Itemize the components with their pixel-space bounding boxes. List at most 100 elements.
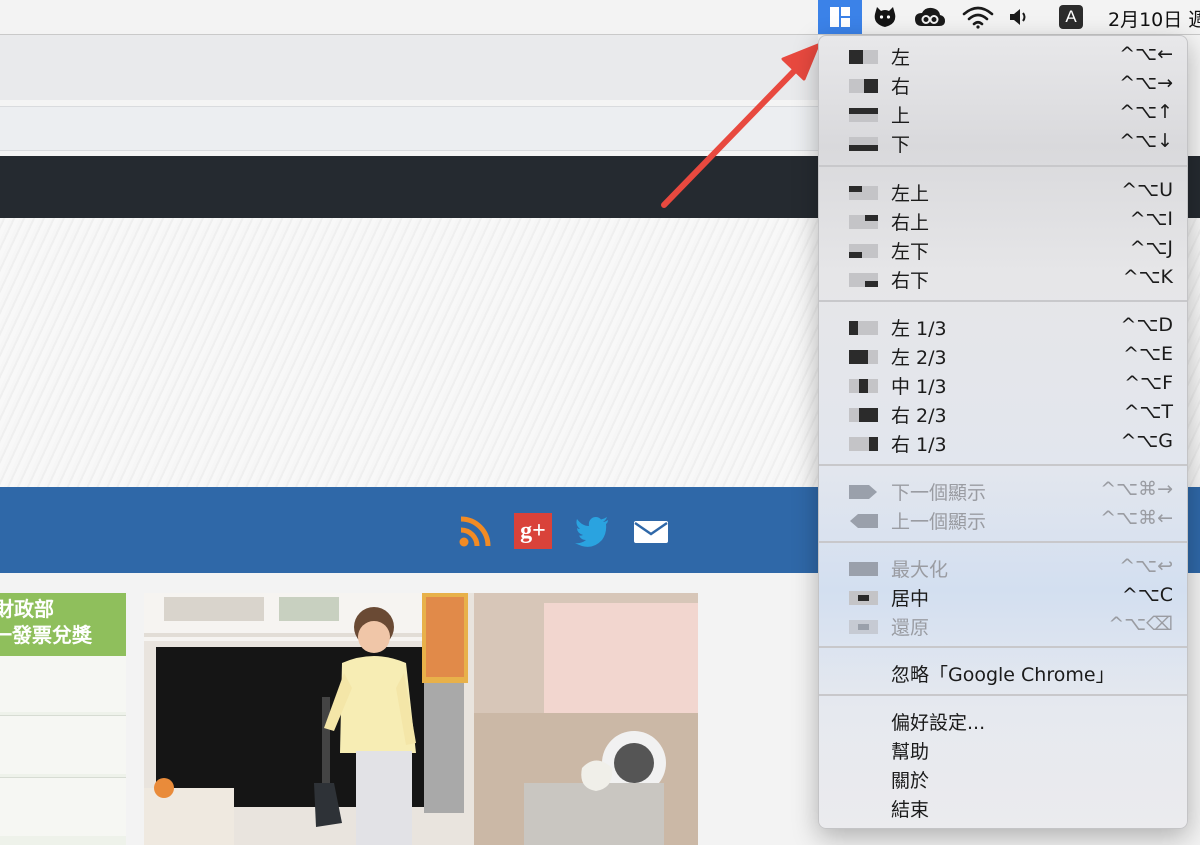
menu-separator <box>819 646 1187 648</box>
menu-item-shortcut: ^⌥⌘→ <box>1100 478 1173 500</box>
input-source-label: A <box>1059 5 1083 29</box>
menu-item-label: 右下 <box>891 270 930 292</box>
first-two-thirds-icon <box>849 349 878 364</box>
menu-item[interactable]: 下 ^⌥↓ <box>819 128 1187 157</box>
menu-item-shortcut: ^⌥← <box>1119 43 1173 65</box>
menu-item-label: 上 <box>891 105 911 127</box>
menu-item-label: 右 <box>891 76 911 98</box>
volume-icon[interactable] <box>1006 4 1034 30</box>
restore-icon <box>849 619 878 634</box>
menu-item[interactable]: 中 1/3 ^⌥F <box>819 370 1187 399</box>
previous-display-icon <box>849 513 878 528</box>
left-half-icon <box>849 49 878 64</box>
menu-item-label: 關於 <box>891 770 930 792</box>
article-photo[interactable] <box>144 593 698 845</box>
menu-item-label: 偏好設定... <box>891 712 986 734</box>
top-half-icon <box>849 107 878 122</box>
menu-item-shortcut: ^⌥↩ <box>1119 555 1173 577</box>
menu-item-label: 上一個顯示 <box>891 511 987 533</box>
twitter-icon[interactable] <box>574 514 610 548</box>
bottom-right-icon <box>849 272 878 287</box>
menu-separator <box>819 694 1187 696</box>
menu-item[interactable]: 右上 ^⌥I <box>819 206 1187 235</box>
ad-line1: 財政部 <box>0 597 54 621</box>
menu-item-label: 左 <box>891 47 911 69</box>
menu-item[interactable]: 右 2/3 ^⌥T <box>819 399 1187 428</box>
menu-item-label: 右 2/3 <box>891 405 947 427</box>
window-layout-icon[interactable] <box>818 0 862 34</box>
menu-item[interactable]: 居中 ^⌥C <box>819 582 1187 611</box>
menu-item-shortcut: ^⌥⌘← <box>1100 507 1173 529</box>
menu-item[interactable]: 結束 <box>819 793 1187 822</box>
input-source-icon[interactable]: A <box>1058 4 1084 30</box>
menu-item-shortcut: ^⌥J <box>1129 237 1173 259</box>
bottom-half-icon <box>849 136 878 151</box>
menu-item[interactable]: 左上 ^⌥U <box>819 177 1187 206</box>
rss-icon[interactable] <box>458 514 492 548</box>
menubar-clock[interactable]: 2月10日 週 <box>1108 5 1200 32</box>
menu-item-shortcut: ^⌥T <box>1123 401 1173 423</box>
menu-item[interactable]: 右下 ^⌥K <box>819 264 1187 293</box>
menu-separator <box>819 541 1187 543</box>
menu-item-label: 左 1/3 <box>891 318 947 340</box>
cat-icon[interactable] <box>868 4 902 30</box>
menu-separator <box>819 464 1187 466</box>
menu-item: 下一個顯示 ^⌥⌘→ <box>819 476 1187 505</box>
ad-header: 財政部 一發票兌獎 <box>0 593 126 656</box>
menu-item-label: 左下 <box>891 241 930 263</box>
bottom-left-icon <box>849 243 878 258</box>
last-two-thirds-icon <box>849 407 878 422</box>
menu-item[interactable]: 幫助 <box>819 735 1187 764</box>
menu-item: 還原 ^⌥⌫ <box>819 611 1187 640</box>
menu-item-label: 右上 <box>891 212 930 234</box>
menu-item[interactable]: 關於 <box>819 764 1187 793</box>
center-third-icon <box>849 378 878 393</box>
menu-item-label: 最大化 <box>891 559 949 581</box>
menu-item-shortcut: ^⌥F <box>1124 372 1173 394</box>
menu-item-label: 中 1/3 <box>891 376 947 398</box>
ad-row <box>0 715 126 774</box>
menu-item[interactable]: 左下 ^⌥J <box>819 235 1187 264</box>
menu-separator <box>819 165 1187 167</box>
google-plus-icon[interactable]: g+ <box>514 513 552 549</box>
menu-item[interactable]: 右 ^⌥→ <box>819 70 1187 99</box>
first-third-icon <box>849 320 878 335</box>
menu-item-shortcut: ^⌥↑ <box>1119 101 1173 123</box>
last-third-icon <box>849 436 878 451</box>
next-display-icon <box>849 484 878 499</box>
menu-separator <box>819 300 1187 302</box>
maximize-icon <box>849 561 878 576</box>
menu-item-label: 下 <box>891 134 911 156</box>
menu-item[interactable]: 左 2/3 ^⌥E <box>819 341 1187 370</box>
menu-item-shortcut: ^⌥G <box>1120 430 1173 452</box>
center-icon <box>849 590 878 605</box>
menu-item[interactable]: 偏好設定... <box>819 706 1187 735</box>
top-left-icon <box>849 185 878 200</box>
top-right-icon <box>849 214 878 229</box>
menu-item[interactable]: 左 1/3 ^⌥D <box>819 312 1187 341</box>
menu-item-label: 下一個顯示 <box>891 482 987 504</box>
menu-item-label: 左 2/3 <box>891 347 947 369</box>
menu-item-shortcut: ^⌥→ <box>1119 72 1173 94</box>
menu-item-shortcut: ^⌥E <box>1123 343 1173 365</box>
menu-item: 最大化 ^⌥↩ <box>819 553 1187 582</box>
wifi-icon[interactable] <box>958 4 998 30</box>
menu-item[interactable]: 右 1/3 ^⌥G <box>819 428 1187 457</box>
menu-item-label: 左上 <box>891 183 930 205</box>
menu-item-shortcut: ^⌥U <box>1121 179 1173 201</box>
creative-cloud-icon[interactable] <box>912 4 948 30</box>
menu-item-label: 幫助 <box>891 741 930 763</box>
menu-bar: A 2月10日 週 <box>0 0 1200 35</box>
menu-item[interactable]: 上 ^⌥↑ <box>819 99 1187 128</box>
menu-item-shortcut: ^⌥C <box>1121 584 1173 606</box>
mail-icon[interactable] <box>632 514 670 548</box>
menu-item-label: 居中 <box>891 588 930 610</box>
menu-item-label: 還原 <box>891 617 930 639</box>
menu-item[interactable]: 左 ^⌥← <box>819 41 1187 70</box>
ad-row <box>0 653 126 712</box>
menu-item-shortcut: ^⌥I <box>1129 208 1173 230</box>
menu-item[interactable]: 忽略「Google Chrome」 <box>819 658 1187 687</box>
menu-item-label: 結束 <box>891 799 930 821</box>
annotation-arrow-icon <box>661 43 820 208</box>
menu-item-shortcut: ^⌥⌫ <box>1108 613 1173 635</box>
